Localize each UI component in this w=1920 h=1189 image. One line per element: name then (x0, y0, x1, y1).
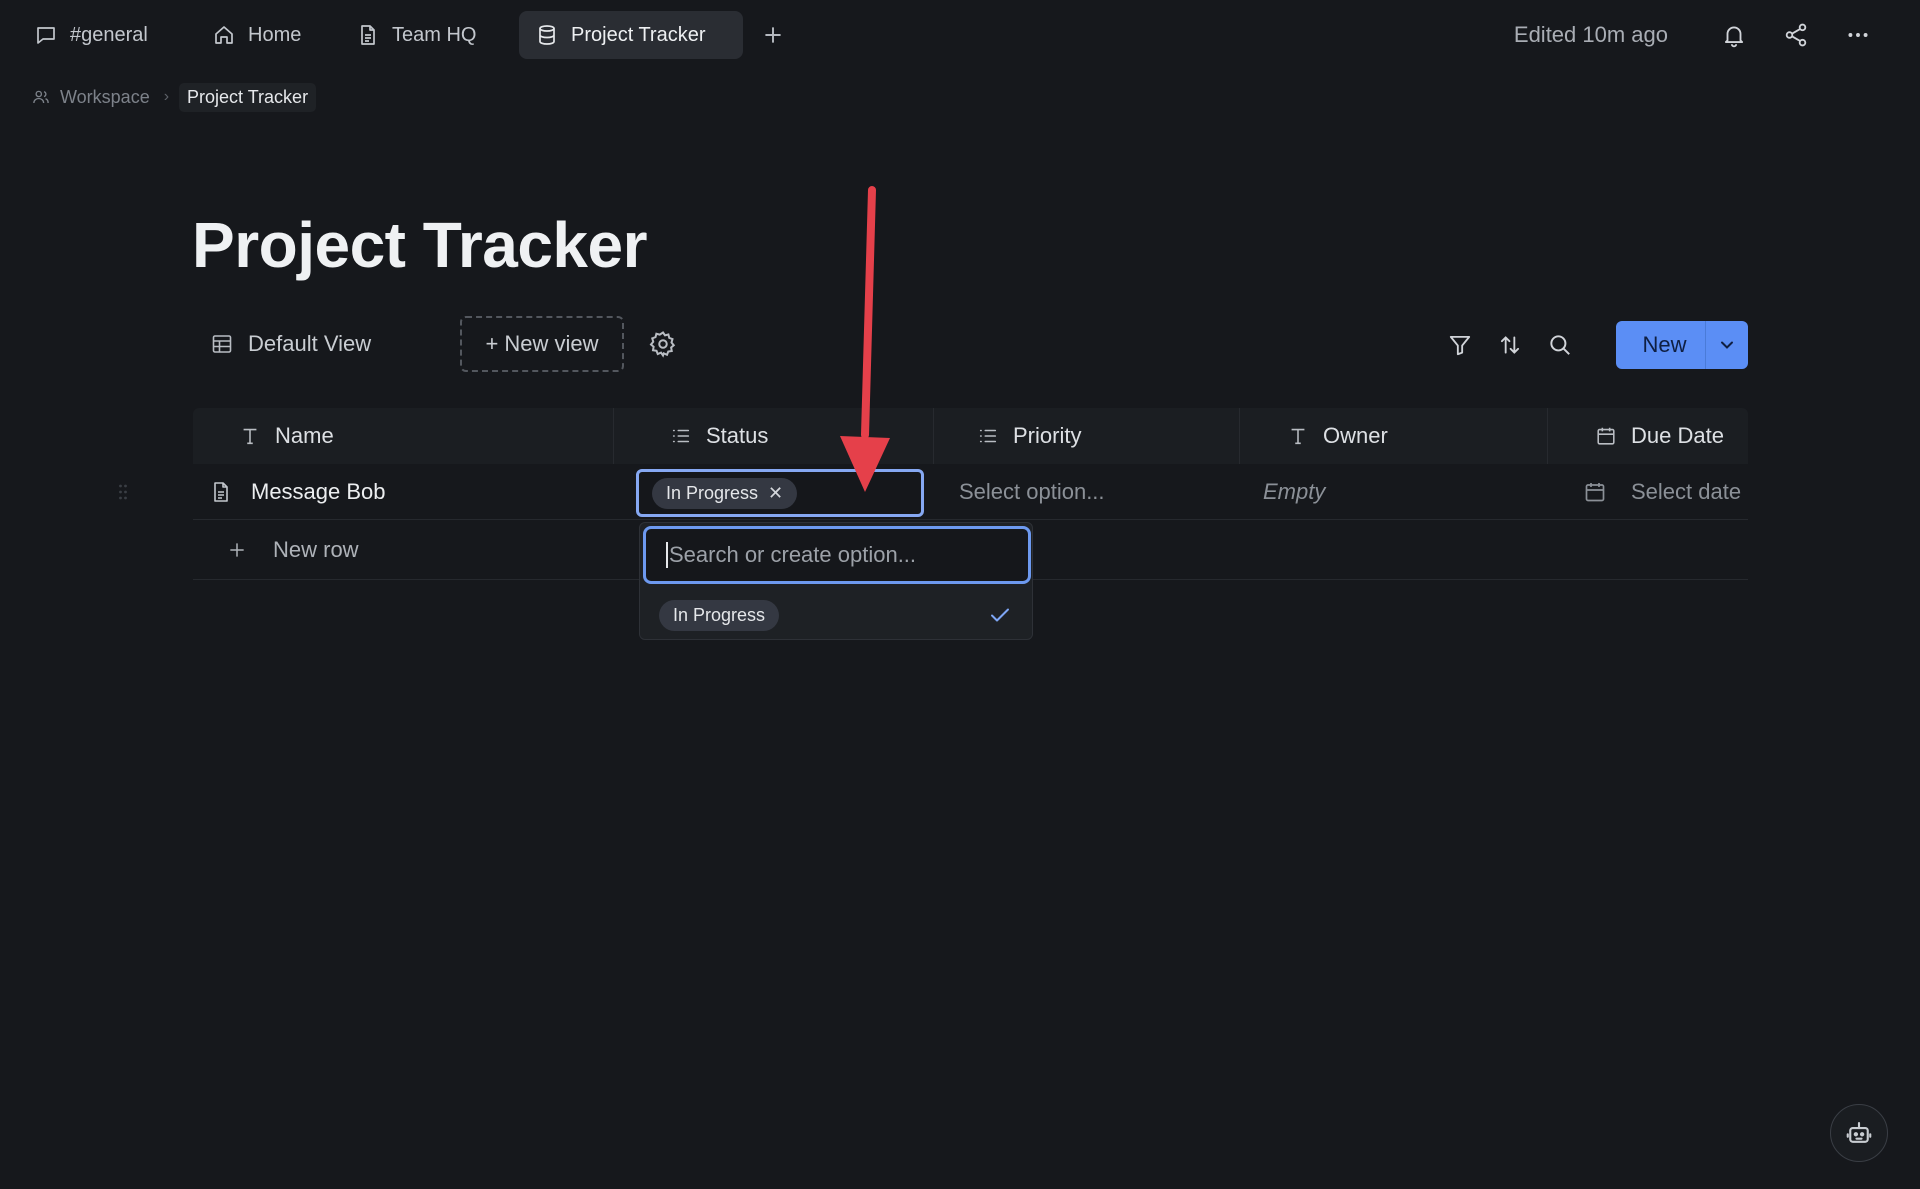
column-header-name[interactable]: Name (239, 408, 334, 464)
tab-project-tracker[interactable]: Project Tracker (519, 11, 743, 59)
new-row-label: New row (273, 536, 359, 562)
search-icon (1550, 335, 1570, 355)
column-label: Owner (1323, 423, 1388, 448)
search-button[interactable] (1540, 325, 1580, 365)
column-divider (1239, 408, 1240, 464)
home-icon (215, 26, 233, 44)
column-header-owner[interactable]: Owner (1287, 408, 1388, 464)
users-icon (33, 90, 49, 104)
due-date-placeholder: Select date (1631, 479, 1742, 504)
share-icon (1785, 23, 1807, 47)
document-icon (214, 482, 228, 502)
tab-label: Project Tracker (571, 23, 706, 46)
option-search-input[interactable]: Search or create option... (643, 526, 1031, 584)
sort-icon (1500, 336, 1520, 354)
column-label: Priority (1013, 423, 1082, 448)
column-header-status[interactable]: Status (670, 408, 768, 464)
status-options-dropdown: Search or create option... In Progress (639, 522, 1033, 640)
new-view-button[interactable]: + New view (460, 316, 624, 372)
column-label: Name (275, 423, 334, 448)
column-divider (1547, 408, 1548, 464)
top-bar: #general Home Team HQ Project Tracker Ed… (0, 0, 1920, 70)
option-tag: In Progress (659, 599, 780, 631)
text-icon (243, 428, 257, 445)
document-icon (361, 25, 375, 45)
plus-icon (765, 27, 781, 43)
column-divider (613, 408, 614, 464)
bell-icon (1724, 26, 1744, 48)
more-options-button[interactable] (1836, 14, 1880, 56)
view-settings-button[interactable] (648, 329, 678, 359)
default-view-label: Default View (248, 331, 372, 356)
status-tag-label: In Progress (666, 482, 759, 503)
text-caret (666, 542, 668, 568)
checkmark-icon (991, 608, 1009, 622)
row-name-cell[interactable]: Message Bob (209, 464, 386, 520)
add-tab-button[interactable] (760, 22, 786, 48)
new-record-label: New (1642, 332, 1687, 357)
filter-button[interactable] (1440, 325, 1480, 365)
owner-cell[interactable]: Empty (1263, 464, 1325, 520)
tab-home[interactable]: Home (196, 11, 317, 59)
table-icon (212, 335, 232, 353)
tab-team-hq[interactable]: Team HQ (340, 11, 492, 59)
sort-button[interactable] (1490, 325, 1530, 365)
list-icon (672, 429, 690, 443)
table-row: Message Bob Select option... Empty Selec… (193, 464, 1748, 520)
drag-dots-icon (119, 484, 127, 500)
assistant-button[interactable] (1830, 1104, 1888, 1162)
column-divider (933, 408, 934, 464)
chevron-right-icon: › (163, 88, 170, 105)
share-button[interactable] (1774, 14, 1818, 56)
row-drag-handle[interactable] (118, 482, 128, 502)
option-label: In Progress (673, 604, 766, 625)
tab-label: Home (248, 23, 302, 46)
breadcrumb-workspace-label: Workspace (60, 86, 150, 107)
table-header: Name Status Priority Owner Due Date (193, 408, 1748, 464)
filter-icon (1449, 335, 1471, 356)
column-header-priority[interactable]: Priority (977, 408, 1081, 464)
chevron-down-icon (1721, 341, 1733, 349)
status-tag: In Progress ✕ (652, 477, 798, 509)
column-label: Status (706, 423, 769, 448)
calendar-icon (1585, 483, 1605, 502)
column-label: Due Date (1631, 423, 1724, 448)
table-toolbar: New (1440, 320, 1748, 370)
option-search-placeholder: Search or create option... (669, 542, 917, 567)
edited-status: Edited 10m ago (1513, 22, 1668, 47)
gear-icon (649, 331, 676, 358)
tab-label: #general (70, 23, 148, 46)
tab-label: Team HQ (392, 23, 477, 46)
row-name: Message Bob (251, 479, 386, 504)
new-options-dropdown[interactable] (1706, 335, 1748, 355)
column-header-due-date[interactable]: Due Date (1595, 408, 1724, 464)
due-date-cell[interactable]: Select date (1583, 464, 1741, 520)
breadcrumb-workspace[interactable]: Workspace (28, 87, 154, 108)
view-bar: Default View + New view New (192, 314, 1748, 374)
page-title[interactable]: Project Tracker (192, 208, 648, 282)
breadcrumb-current[interactable]: Project Tracker (179, 82, 317, 112)
notifications-button[interactable] (1712, 14, 1756, 56)
calendar-icon (1597, 427, 1615, 445)
header-actions: Edited 10m ago (1514, 14, 1880, 56)
more-horizontal-icon (1848, 33, 1868, 37)
dropdown-option[interactable]: In Progress (640, 593, 1032, 637)
database-icon (539, 25, 555, 45)
list-icon (979, 429, 997, 443)
new-record-button[interactable]: New (1616, 321, 1748, 369)
plus-icon (230, 542, 244, 557)
text-icon (1291, 428, 1305, 445)
chat-bubble-icon (37, 27, 55, 44)
annotation-arrow (840, 186, 890, 492)
default-view-tab[interactable]: Default View (210, 324, 371, 364)
robot-icon (1846, 1121, 1872, 1143)
breadcrumb: Workspace › Project Tracker (28, 82, 317, 112)
tab-general[interactable]: #general (18, 11, 164, 59)
remove-tag-icon[interactable]: ✕ (768, 483, 783, 504)
priority-cell[interactable]: Select option... (959, 464, 1105, 520)
